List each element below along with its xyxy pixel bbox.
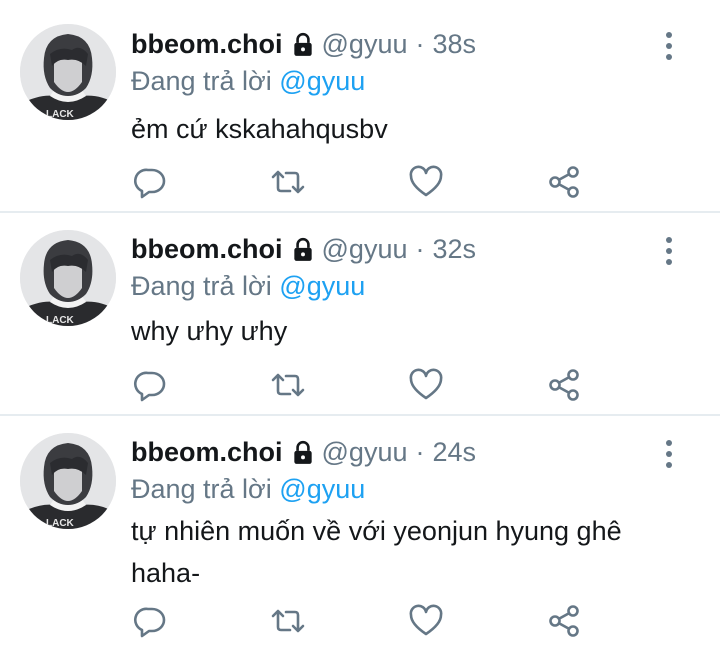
tweet-text: tự nhiên muốn về với yeonjun hyung ghê h…: [131, 516, 622, 588]
display-name[interactable]: bbeom.choi: [131, 434, 283, 470]
display-name[interactable]: bbeom.choi: [131, 231, 283, 267]
user-handle[interactable]: @gyuu: [322, 434, 408, 470]
more-vertical-icon[interactable]: [658, 237, 680, 265]
heart-icon[interactable]: [406, 601, 446, 641]
separator-dot: ·: [415, 234, 425, 264]
replying-to: Đang trả lời @gyuu: [131, 268, 365, 304]
tweet-actions: [0, 162, 720, 202]
more-vertical-icon[interactable]: [658, 440, 680, 468]
replying-prefix: Đang trả lời: [131, 66, 272, 96]
lock-icon: [290, 236, 316, 262]
tweet-header: bbeom.choi @gyuu · 24s: [131, 434, 476, 470]
retweet-icon[interactable]: [268, 365, 308, 405]
reply-icon[interactable]: [130, 162, 170, 202]
tweet-text: ẻm cứ kskahahqusbv: [131, 114, 388, 144]
user-handle[interactable]: @gyuu: [322, 231, 408, 267]
timestamp[interactable]: 24s: [432, 434, 476, 470]
separator-dot: ·: [415, 29, 425, 59]
reply-icon[interactable]: [130, 365, 170, 405]
lock-icon: [290, 31, 316, 57]
lock-icon: [290, 439, 316, 465]
avatar[interactable]: LACK: [20, 433, 116, 529]
timestamp[interactable]: 32s: [432, 231, 476, 267]
avatar[interactable]: LACK: [20, 230, 116, 326]
heart-icon[interactable]: [406, 365, 446, 405]
replying-to: Đang trả lời @gyuu: [131, 471, 365, 507]
display-name[interactable]: bbeom.choi: [131, 26, 283, 62]
tweet[interactable]: LACK bbeom.choi @gyuu · 38s Đang trả lời…: [0, 0, 720, 213]
reply-mention-link[interactable]: @gyuu: [279, 271, 365, 301]
timestamp[interactable]: 38s: [432, 26, 476, 62]
tweet[interactable]: LACK bbeom.choi @gyuu · 32s Đang trả lời…: [0, 213, 720, 416]
tweet-actions: [0, 365, 720, 405]
tweet-header: bbeom.choi @gyuu · 38s: [131, 26, 476, 62]
reply-mention-link[interactable]: @gyuu: [279, 66, 365, 96]
retweet-icon[interactable]: [268, 162, 308, 202]
more-vertical-icon[interactable]: [658, 32, 680, 60]
avatar[interactable]: LACK: [20, 24, 116, 120]
share-icon[interactable]: [544, 365, 584, 405]
avatar-shirt-text: LACK: [46, 315, 75, 326]
tweet-feed: LACK bbeom.choi @gyuu · 38s Đang trả lời…: [0, 0, 720, 648]
tweet-actions: [0, 601, 720, 641]
tweet[interactable]: LACK bbeom.choi @gyuu · 24s Đang trả lời…: [0, 416, 720, 648]
tweet-text: why ưhy ưhy: [131, 316, 288, 346]
retweet-icon[interactable]: [268, 601, 308, 641]
replying-prefix: Đang trả lời: [131, 474, 272, 504]
share-icon[interactable]: [544, 162, 584, 202]
tweet-header: bbeom.choi @gyuu · 32s: [131, 231, 476, 267]
reply-icon[interactable]: [130, 601, 170, 641]
user-handle[interactable]: @gyuu: [322, 26, 408, 62]
replying-to: Đang trả lời @gyuu: [131, 63, 365, 99]
heart-icon[interactable]: [406, 162, 446, 202]
separator-dot: ·: [415, 437, 425, 467]
replying-prefix: Đang trả lời: [131, 271, 272, 301]
reply-mention-link[interactable]: @gyuu: [279, 474, 365, 504]
avatar-shirt-text: LACK: [46, 109, 75, 120]
avatar-shirt-text: LACK: [46, 518, 75, 529]
share-icon[interactable]: [544, 601, 584, 641]
